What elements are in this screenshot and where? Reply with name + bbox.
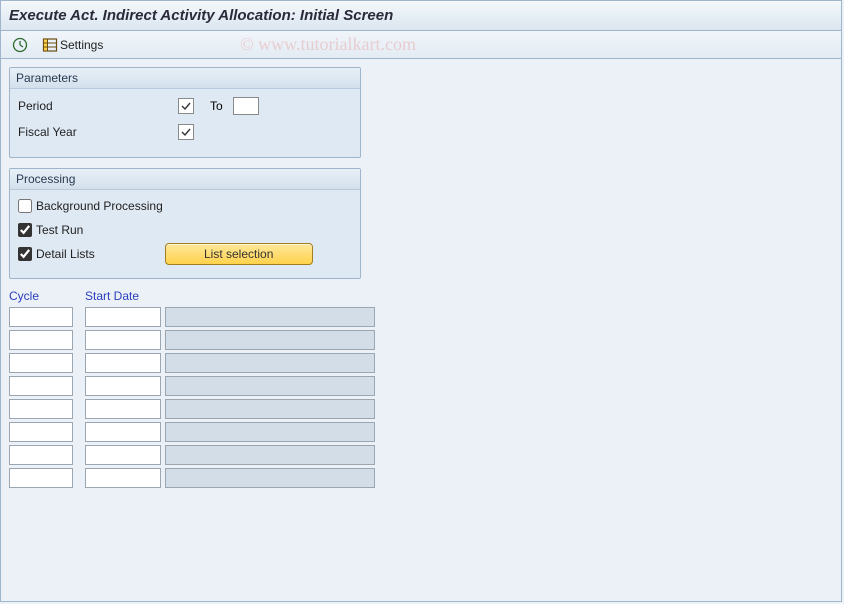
background-processing-label: Background Processing <box>36 199 163 213</box>
test-run-row: Test Run <box>18 220 352 240</box>
check-icon <box>181 127 191 137</box>
startdate-input[interactable] <box>85 399 161 419</box>
required-indicator-icon <box>178 124 194 140</box>
table-row <box>9 468 833 488</box>
description-cell <box>165 376 375 396</box>
detail-lists-row: Detail Lists List selection <box>18 244 352 264</box>
background-processing-row: Background Processing <box>18 196 352 216</box>
processing-body: Background Processing Test Run Detail Li… <box>10 190 360 278</box>
cycle-input[interactable] <box>9 468 73 488</box>
test-run-checkbox[interactable] <box>18 223 32 237</box>
startdate-input[interactable] <box>85 468 161 488</box>
background-processing-checkbox[interactable] <box>18 199 32 213</box>
startdate-input[interactable] <box>85 376 161 396</box>
detail-lists-checkbox[interactable] <box>18 247 32 261</box>
description-cell <box>165 399 375 419</box>
test-run-label: Test Run <box>36 223 83 237</box>
cycle-input[interactable] <box>9 353 73 373</box>
cycle-input[interactable] <box>9 445 73 465</box>
startdate-column-header: Start Date <box>85 289 161 303</box>
parameters-header: Parameters <box>10 68 360 89</box>
parameters-group: Parameters Period To Fiscal Year <box>9 67 361 158</box>
table-row <box>9 445 833 465</box>
description-cell <box>165 330 375 350</box>
cycle-input[interactable] <box>9 330 73 350</box>
table-row <box>9 307 833 327</box>
processing-group: Processing Background Processing Test Ru… <box>9 168 361 279</box>
processing-header: Processing <box>10 169 360 190</box>
description-cell <box>165 445 375 465</box>
settings-label: Settings <box>60 38 103 52</box>
table-row <box>9 376 833 396</box>
cycle-column-header: Cycle <box>9 289 73 303</box>
cycle-input[interactable] <box>9 422 73 442</box>
description-cell <box>165 353 375 373</box>
check-icon <box>181 101 191 111</box>
cycle-grid: Cycle Start Date <box>9 289 833 488</box>
table-row <box>9 399 833 419</box>
window-title: Execute Act. Indirect Activity Allocatio… <box>9 7 393 24</box>
content-area: Parameters Period To Fiscal Year <box>1 59 841 499</box>
period-row: Period To <box>18 95 352 117</box>
required-indicator-icon <box>178 98 194 114</box>
cycle-input[interactable] <box>9 307 73 327</box>
detail-lists-label: Detail Lists <box>36 247 95 261</box>
cycle-input[interactable] <box>9 399 73 419</box>
table-row <box>9 353 833 373</box>
title-bar: Execute Act. Indirect Activity Allocatio… <box>1 1 841 31</box>
cycle-input[interactable] <box>9 376 73 396</box>
table-row <box>9 330 833 350</box>
clock-execute-icon <box>12 37 28 53</box>
period-label: Period <box>18 99 178 113</box>
period-to-input[interactable] <box>233 97 259 115</box>
description-cell <box>165 307 375 327</box>
startdate-input[interactable] <box>85 307 161 327</box>
list-selection-button[interactable]: List selection <box>165 243 313 265</box>
fiscal-year-label: Fiscal Year <box>18 125 178 139</box>
startdate-input[interactable] <box>85 353 161 373</box>
parameters-body: Period To Fiscal Year <box>10 89 360 157</box>
description-cell <box>165 468 375 488</box>
table-settings-icon <box>42 37 58 53</box>
startdate-input[interactable] <box>85 445 161 465</box>
application-toolbar: Settings <box>1 31 841 59</box>
fiscal-year-row: Fiscal Year <box>18 121 352 143</box>
table-row <box>9 422 833 442</box>
startdate-input[interactable] <box>85 422 161 442</box>
startdate-input[interactable] <box>85 330 161 350</box>
settings-button[interactable]: Settings <box>37 34 108 56</box>
description-cell <box>165 422 375 442</box>
grid-header-row: Cycle Start Date <box>9 289 833 303</box>
to-label: To <box>210 99 223 113</box>
execute-button[interactable] <box>7 34 33 56</box>
main-window: Execute Act. Indirect Activity Allocatio… <box>0 0 842 602</box>
